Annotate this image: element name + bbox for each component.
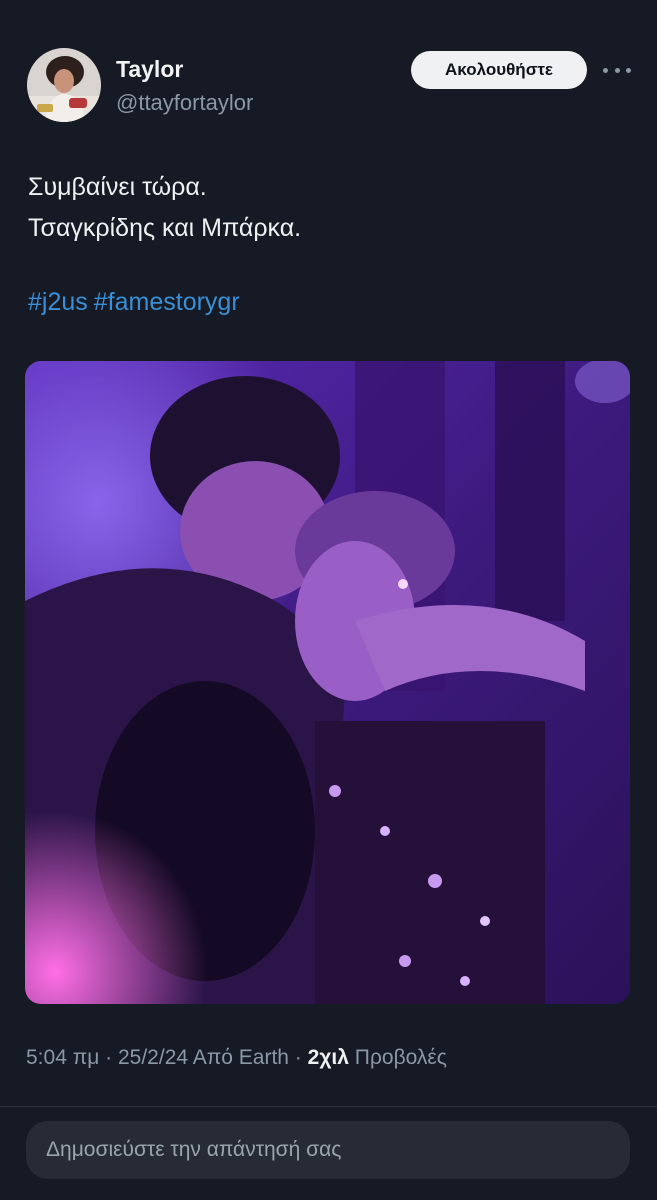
hashtags: #j2us #famestorygr <box>28 288 246 317</box>
media-image <box>25 361 630 1004</box>
author-handle[interactable]: @ttayfortaylor <box>116 90 253 116</box>
tweet-text-line: Συμβαίνει τώρα. <box>28 173 207 201</box>
author-display-name[interactable]: Taylor <box>116 56 183 83</box>
reply-input[interactable] <box>26 1121 630 1179</box>
follow-button[interactable]: Ακολουθήστε <box>411 51 587 89</box>
views-label: Προβολές <box>354 1046 447 1069</box>
hashtag-link[interactable]: #famestorygr <box>94 288 240 316</box>
divider <box>0 1106 657 1107</box>
tweet-media-photo[interactable] <box>25 361 630 1004</box>
tweet-source: Από Earth <box>192 1046 289 1069</box>
views-count: 2χιλ <box>307 1046 349 1069</box>
reply-box[interactable] <box>26 1121 630 1179</box>
meta-separator: · <box>105 1046 113 1069</box>
tweet-meta: 5:04 πμ · 25/2/24 Από Earth · 2χιλ Προβο… <box>26 1046 447 1070</box>
meta-separator: · <box>294 1046 302 1069</box>
avatar-photo <box>27 48 101 122</box>
tweet-date[interactable]: 25/2/24 <box>118 1046 188 1069</box>
tweet-detail-page: Taylor @ttayfortaylor Ακολουθήστε Συμβαί… <box>0 0 657 1200</box>
tweet-text-line: Τσαγκρίδης και Μπάρκα. <box>28 214 302 242</box>
avatar[interactable] <box>27 48 101 122</box>
tweet-time[interactable]: 5:04 πμ <box>26 1046 99 1069</box>
hashtag-link[interactable]: #j2us <box>28 288 88 316</box>
more-horizontal-icon[interactable] <box>603 58 631 82</box>
